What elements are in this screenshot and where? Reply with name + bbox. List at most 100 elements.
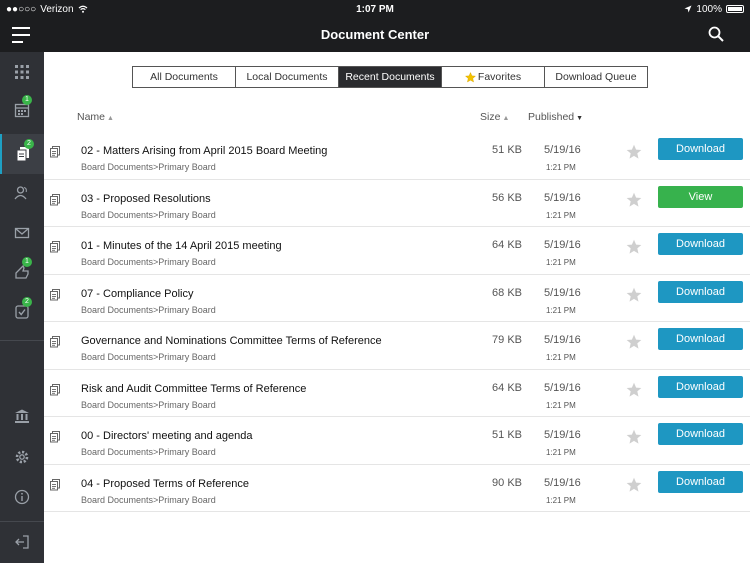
wifi-icon — [78, 5, 87, 13]
document-title[interactable]: 07 - Compliance Policy — [81, 288, 194, 300]
tab-favorites[interactable]: Favorites — [442, 67, 545, 87]
document-icon — [50, 336, 60, 348]
download-button[interactable]: Download — [658, 233, 743, 255]
sidebar-item-organization[interactable] — [0, 396, 44, 436]
document-published-date: 5/19/16 — [544, 191, 581, 204]
sidebar: 1 2 1 2 — [0, 52, 44, 563]
sidebar-item-logout[interactable] — [0, 522, 44, 562]
document-path: Board Documents>Primary Board — [81, 209, 216, 220]
tab-download-queue[interactable]: Download Queue — [545, 67, 647, 87]
document-path: Board Documents>Primary Board — [81, 257, 216, 267]
document-published-date: 5/19/16 — [544, 429, 581, 441]
sort-indicator-icon: ▲ — [502, 115, 510, 122]
document-size: 79 KB — [492, 334, 522, 346]
logout-icon — [15, 535, 29, 549]
status-bar: ●●○○○ Verizon 1:07 PM 100% — [0, 0, 750, 18]
favorite-star-icon[interactable] — [626, 477, 642, 493]
document-row[interactable]: 00 - Directors' meeting and agenda Board … — [44, 417, 750, 465]
favorite-star-icon[interactable] — [626, 429, 642, 445]
document-row[interactable]: 04 - Proposed Terms of Reference Board Do… — [44, 465, 750, 512]
sidebar-item-messages[interactable] — [0, 213, 44, 253]
sidebar-item-approvals[interactable]: 1 — [0, 252, 44, 292]
document-row[interactable]: Risk and Audit Committee Terms of Refere… — [44, 370, 750, 417]
sidebar-item-tasks[interactable]: 2 — [0, 292, 44, 332]
document-size: 51 KB — [492, 144, 522, 156]
document-published-time: 1:21 PM — [546, 210, 576, 220]
tab-recent-documents[interactable]: Recent Documents — [339, 67, 442, 87]
status-time: 1:07 PM — [356, 3, 394, 15]
column-name[interactable]: Name ▲ — [77, 111, 114, 123]
document-icon — [50, 431, 60, 443]
download-button[interactable]: Download — [658, 470, 743, 493]
sidebar-item-info[interactable] — [0, 477, 44, 517]
location-icon — [684, 5, 692, 13]
star-icon — [464, 71, 476, 82]
download-button[interactable]: Download — [658, 138, 743, 160]
approvals-badge: 1 — [22, 257, 32, 267]
document-row[interactable]: 01 - Minutes of the 14 April 2015 meetin… — [44, 227, 750, 275]
document-icon — [50, 193, 60, 205]
download-button[interactable]: Download — [658, 423, 743, 445]
document-size: 51 KB — [492, 429, 522, 441]
document-title[interactable]: 03 - Proposed Resolutions — [81, 193, 211, 205]
documents-badge: 2 — [24, 139, 34, 149]
mail-icon — [14, 227, 30, 239]
tab-favorites-label: Favorites — [477, 71, 522, 83]
favorite-star-icon[interactable] — [626, 192, 642, 208]
document-icon — [50, 383, 60, 395]
sidebar-item-calendar[interactable]: 1 — [0, 90, 44, 130]
document-size: 64 KB — [492, 381, 522, 394]
document-center-main: All Documents Local Documents Recent Doc… — [44, 52, 750, 563]
document-title[interactable]: 02 - Matters Arising from April 2015 Boa… — [81, 145, 327, 157]
document-published-date: 5/19/16 — [544, 286, 581, 299]
signal-strength: ●●○○○ — [6, 3, 37, 15]
carrier-name: Verizon — [40, 3, 74, 15]
grid-icon — [15, 65, 29, 79]
sidebar-item-dashboard[interactable] — [0, 52, 44, 92]
tab-all-documents[interactable]: All Documents — [133, 67, 236, 87]
document-row[interactable]: Governance and Nominations Committee Ter… — [44, 322, 750, 370]
sort-indicator-icon: ▲ — [107, 115, 114, 122]
document-size: 68 KB — [492, 286, 522, 299]
document-title[interactable]: Governance and Nominations Committee Ter… — [81, 335, 382, 347]
search-icon[interactable] — [708, 26, 724, 42]
info-icon — [14, 489, 30, 505]
column-size[interactable]: Size ▲ — [480, 111, 509, 123]
favorite-star-icon[interactable] — [626, 287, 642, 303]
document-title[interactable]: 00 - Directors' meeting and agenda — [81, 430, 252, 442]
document-published-time: 1:21 PM — [546, 353, 576, 362]
document-row[interactable]: 07 - Compliance Policy Board Documents>Pr… — [44, 275, 750, 322]
document-title[interactable]: 04 - Proposed Terms of Reference — [81, 478, 249, 490]
document-title[interactable]: Risk and Audit Committee Terms of Refere… — [81, 383, 306, 395]
sidebar-item-settings[interactable] — [0, 437, 44, 477]
bank-icon — [15, 409, 29, 423]
column-published-label: Published — [528, 111, 575, 123]
download-button[interactable]: Download — [658, 328, 743, 350]
document-icon — [50, 146, 60, 158]
sidebar-item-people[interactable] — [0, 173, 44, 213]
document-published-date: 5/19/16 — [544, 381, 581, 394]
sidebar-item-documents[interactable]: 2 — [0, 134, 44, 174]
column-size-label: Size — [480, 111, 501, 123]
column-published[interactable]: Published ▼ — [528, 111, 583, 123]
favorite-star-icon[interactable] — [626, 382, 642, 398]
document-published-time: 1:21 PM — [546, 495, 576, 505]
view-button[interactable]: View — [658, 185, 743, 208]
favorite-star-icon[interactable] — [626, 334, 642, 350]
document-published-time: 1:21 PM — [546, 258, 576, 267]
battery-icon — [726, 5, 744, 13]
document-path: Board Documents>Primary Board — [81, 162, 216, 172]
document-row[interactable]: 03 - Proposed Resolutions Board Documents… — [44, 180, 750, 227]
document-row[interactable]: 02 - Matters Arising from April 2015 Boa… — [44, 132, 750, 180]
tasks-badge: 2 — [22, 297, 32, 307]
download-button[interactable]: Download — [658, 375, 743, 398]
document-title[interactable]: 01 - Minutes of the 14 April 2015 meetin… — [81, 240, 282, 252]
favorite-star-icon[interactable] — [626, 239, 642, 255]
download-button[interactable]: Download — [658, 280, 743, 303]
column-name-label: Name — [77, 111, 106, 123]
favorite-star-icon[interactable] — [626, 144, 642, 160]
document-path: Board Documents>Primary Board — [81, 399, 216, 410]
document-published-time: 1:21 PM — [546, 448, 576, 457]
document-published-date: 5/19/16 — [544, 334, 581, 346]
tab-local-documents[interactable]: Local Documents — [236, 67, 339, 87]
